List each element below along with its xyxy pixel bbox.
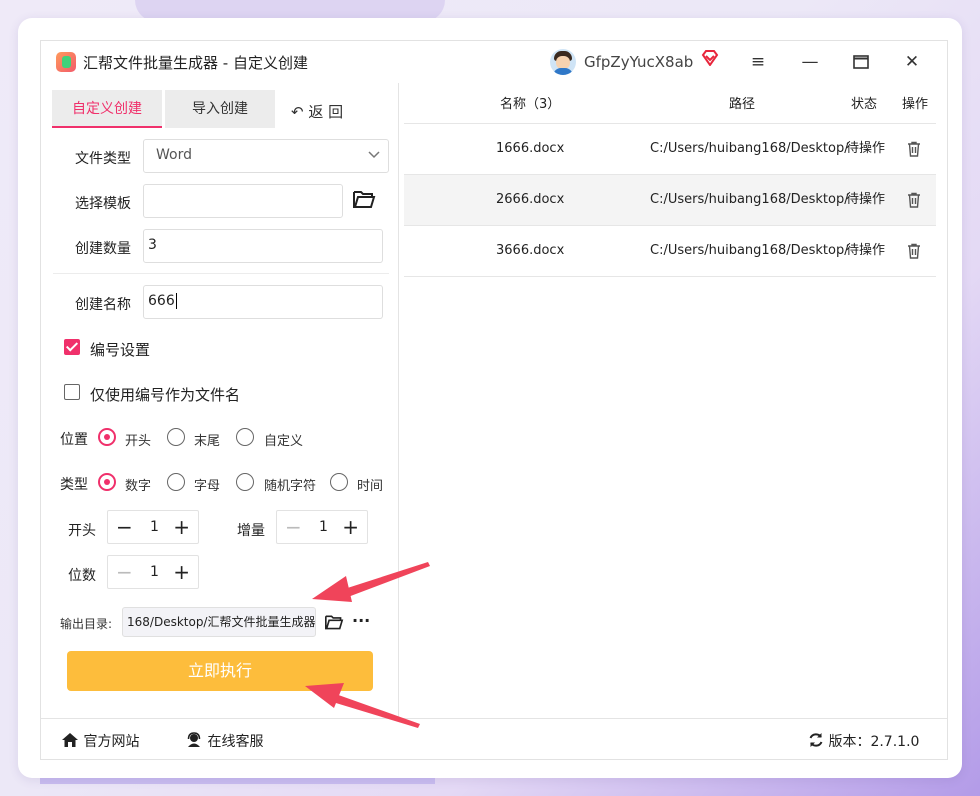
annotation-arrows xyxy=(305,562,430,728)
annotation-arrow xyxy=(312,562,430,602)
annotation-arrow xyxy=(305,683,420,728)
